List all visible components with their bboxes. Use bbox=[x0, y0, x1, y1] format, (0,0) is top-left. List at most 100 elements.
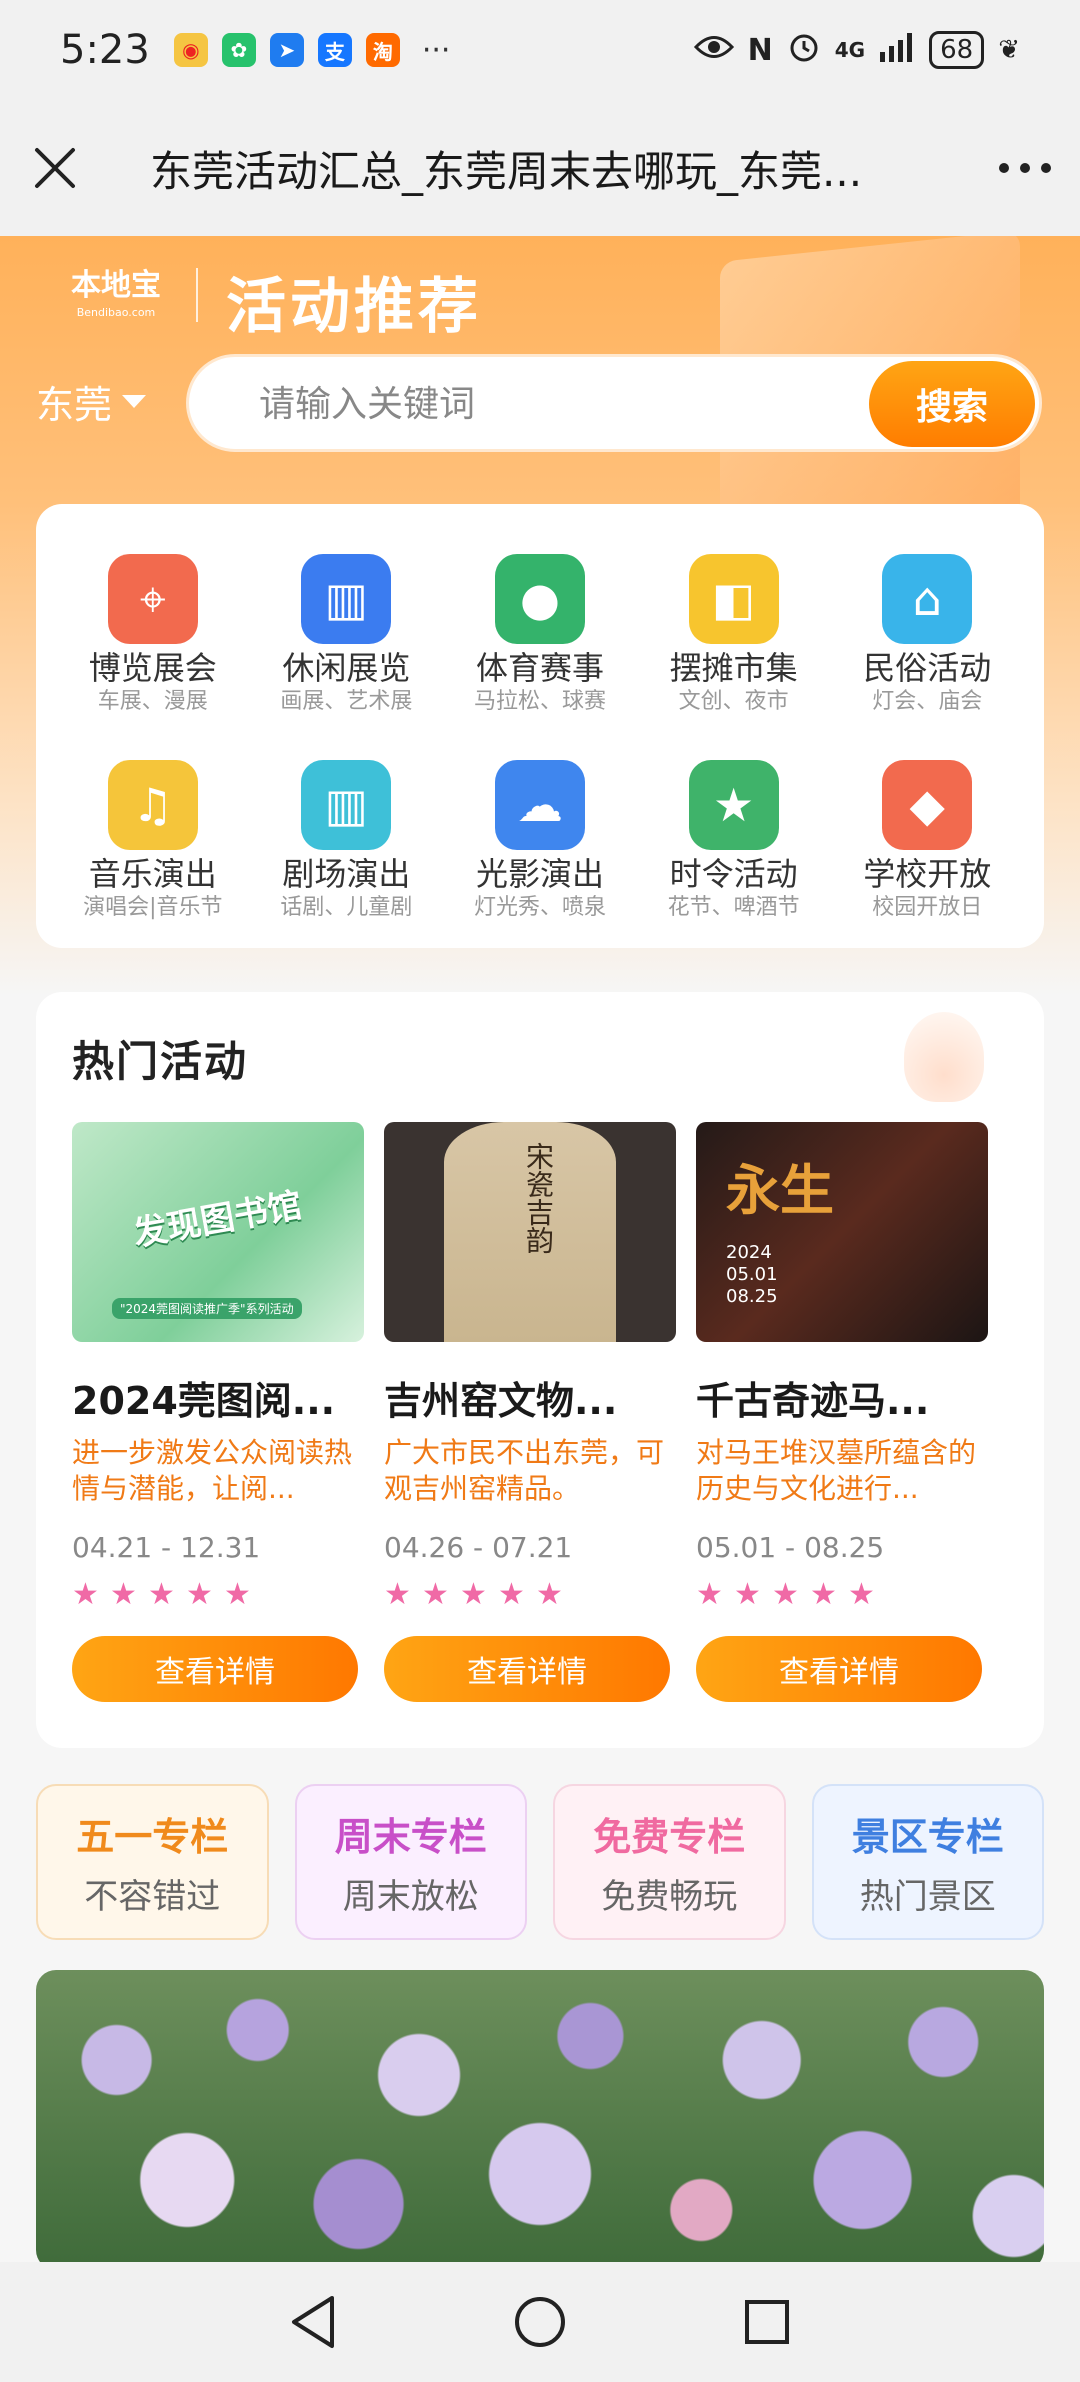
activity-description: 广大市民不出东莞，可观吉州窑精品。 bbox=[384, 1436, 665, 1505]
signal-icon bbox=[879, 32, 915, 69]
star-icon: ★ bbox=[384, 1577, 411, 1612]
alipay-icon: 支 bbox=[317, 33, 352, 67]
logo-text: 本地宝 bbox=[71, 268, 161, 303]
activity-description: 对马王堆汉墓所蕴含的历史与文化进行... bbox=[696, 1436, 977, 1505]
thumbnail-text: 发现图书馆 bbox=[130, 1185, 305, 1255]
notification-icons: ◉ ✿ ➤ 支 淘 ··· bbox=[173, 32, 451, 68]
nfc-icon: N bbox=[747, 32, 773, 68]
thumbnail-text: 永生 bbox=[726, 1159, 834, 1222]
topic-column[interactable]: 景区专栏 热门景区 bbox=[811, 1784, 1044, 1940]
category-item[interactable]: ● 体育赛事 马拉松、球赛 bbox=[443, 554, 637, 742]
back-button[interactable] bbox=[273, 2282, 353, 2362]
page-title: 东莞活动汇总_东莞周末去哪玩_东莞... bbox=[150, 146, 863, 196]
map-icon: ⌖ bbox=[107, 554, 198, 644]
home-button[interactable] bbox=[500, 2282, 580, 2362]
recents-icon bbox=[744, 2300, 789, 2344]
category-subtitle: 车展、漫展 bbox=[97, 689, 208, 714]
activity-title[interactable]: 千古奇迹马... bbox=[696, 1370, 988, 1425]
category-item[interactable]: ▥ 休闲展览 画展、艺术展 bbox=[250, 554, 444, 742]
star-icon: ★ bbox=[848, 1577, 875, 1612]
category-grid: ⌖ 博览展会 车展、漫展 ▥ 休闲展览 画展、艺术展 ● 体育赛事 马拉松、球赛 ◧ 摆摊市集 文创、… bbox=[36, 504, 1044, 948]
activity-thumbnail[interactable]: 发现图书馆 "2024莞图阅读推广季"系列活动 bbox=[72, 1122, 364, 1342]
more-icon bbox=[999, 163, 1051, 173]
search-input[interactable] bbox=[259, 379, 819, 429]
category-name: 光影演出 bbox=[475, 855, 604, 893]
category-item[interactable]: ♫ 音乐演出 演唱会|音乐节 bbox=[56, 760, 250, 948]
more-notifications-icon: ··· bbox=[421, 32, 451, 68]
activity-card[interactable]: 永生 2024 05.01 08.25 千古奇迹马... 对马王堆汉墓所蕴含的历… bbox=[696, 1122, 988, 1702]
topic-column[interactable]: 免费专栏 免费畅玩 bbox=[553, 1784, 786, 1940]
flame-icon bbox=[904, 1012, 984, 1102]
leaf-icon: ❦ bbox=[998, 35, 1020, 65]
category-item[interactable]: ⌂ 民俗活动 灯会、庙会 bbox=[830, 554, 1024, 742]
view-details-button[interactable]: 查看详情 bbox=[72, 1636, 358, 1702]
activity-title[interactable]: 吉州窑文物... bbox=[384, 1370, 676, 1425]
thumbnail-dates: 2024 05.01 08.25 bbox=[726, 1242, 778, 1307]
topic-column[interactable]: 五一专栏 不容错过 bbox=[36, 1784, 269, 1940]
view-details-button[interactable]: 查看详情 bbox=[696, 1636, 982, 1702]
more-menu-button[interactable] bbox=[970, 100, 1080, 236]
star-icon: ★ bbox=[148, 1577, 175, 1612]
activity-description: 进一步激发公众阅读热情与潜能，让阅... bbox=[72, 1436, 353, 1505]
activity-card[interactable]: 发现图书馆 "2024莞图阅读推广季"系列活动 2024莞图阅... 进一步激发… bbox=[72, 1122, 364, 1702]
category-item[interactable]: ▥ 剧场演出 话剧、儿童剧 bbox=[250, 760, 444, 948]
bendibao-logo[interactable]: 本地宝 Bendibao.com bbox=[56, 266, 176, 326]
star-icon: ★ bbox=[810, 1577, 837, 1612]
activity-card[interactable]: 宋瓷吉韵 吉州窑文物... 广大市民不出东莞，可观吉州窑精品。 04.26 - … bbox=[384, 1122, 676, 1702]
browser-title-bar: 东莞活动汇总_东莞周末去哪玩_东莞... bbox=[0, 100, 1080, 236]
system-status: N 4G 68 ❦ bbox=[693, 30, 1020, 71]
category-subtitle: 灯会、庙会 bbox=[872, 689, 983, 714]
star-icon: ★ bbox=[696, 1577, 723, 1612]
star-icon: ★ bbox=[734, 1577, 761, 1612]
activity-title[interactable]: 2024莞图阅... bbox=[72, 1370, 364, 1425]
category-item[interactable]: ◆ 学校开放 校园开放日 bbox=[830, 760, 1024, 948]
theater-icon: ▥ bbox=[301, 760, 392, 850]
topic-column[interactable]: 周末专栏 周末放松 bbox=[294, 1784, 527, 1940]
star-icon: ★ bbox=[536, 1577, 563, 1612]
rating-stars: ★ ★ ★ ★ ★ bbox=[696, 1580, 988, 1610]
home-icon bbox=[514, 2297, 565, 2347]
activity-thumbnail[interactable]: 宋瓷吉韵 bbox=[384, 1122, 676, 1342]
category-item[interactable]: ◧ 摆摊市集 文创、夜市 bbox=[637, 554, 831, 742]
column-title: 免费专栏 bbox=[593, 1815, 746, 1859]
category-name: 摆摊市集 bbox=[669, 649, 798, 687]
category-name: 时令活动 bbox=[669, 855, 798, 893]
star-icon: ★ bbox=[460, 1577, 487, 1612]
category-item[interactable]: ⌖ 博览展会 车展、漫展 bbox=[56, 554, 250, 742]
shopping-bag-icon: ◧ bbox=[688, 554, 779, 644]
network-type: 4G bbox=[834, 38, 866, 62]
close-button[interactable] bbox=[0, 100, 110, 236]
alarm-icon bbox=[787, 30, 821, 71]
category-item[interactable]: ☁ 光影演出 灯光秀、喷泉 bbox=[443, 760, 637, 948]
category-item[interactable]: ★ 时令活动 花节、啤酒节 bbox=[637, 760, 831, 948]
web-content: 本地宝 Bendibao.com 活动推荐 东莞 搜索 ⌖ 博览展会车展、漫展 ▥ 休… bbox=[0, 236, 1080, 2262]
star-icon: ★ bbox=[224, 1577, 251, 1612]
hydrangea-banner-image[interactable] bbox=[36, 1970, 1044, 2262]
battery-level: 68 bbox=[929, 31, 985, 69]
category-subtitle: 花节、啤酒节 bbox=[667, 895, 800, 920]
system-nav-bar bbox=[0, 2262, 1080, 2382]
column-title: 周末专栏 bbox=[334, 1815, 487, 1859]
music-note-icon: ♫ bbox=[107, 760, 198, 850]
close-icon bbox=[35, 148, 75, 188]
star-icon: ★ bbox=[422, 1577, 449, 1612]
status-bar: 5:23 ◉ ✿ ➤ 支 淘 ··· N 4G 68 ❦ bbox=[0, 0, 1080, 100]
activity-thumbnail[interactable]: 永生 2024 05.01 08.25 bbox=[696, 1122, 988, 1342]
star-icon: ★ bbox=[72, 1577, 99, 1612]
taobao-icon: 淘 bbox=[365, 33, 400, 67]
view-details-button[interactable]: 查看详情 bbox=[384, 1636, 670, 1702]
column-subtitle: 周末放松 bbox=[342, 1877, 479, 1917]
star-icon: ★ bbox=[186, 1577, 213, 1612]
building-icon: ▥ bbox=[301, 554, 392, 644]
thumbnail-caption: "2024莞图阅读推广季"系列活动 bbox=[112, 1298, 302, 1319]
recents-button[interactable] bbox=[727, 2282, 807, 2362]
category-name: 休闲展览 bbox=[282, 649, 411, 687]
search-button[interactable]: 搜索 bbox=[869, 361, 1035, 447]
search-bar: 搜索 bbox=[186, 354, 1042, 452]
fountain-icon: ☁ bbox=[494, 760, 585, 850]
navigation-app-icon: ➤ bbox=[269, 33, 304, 67]
city-selector[interactable]: 东莞 bbox=[36, 374, 147, 429]
category-name: 剧场演出 bbox=[282, 855, 411, 893]
category-subtitle: 画展、艺术展 bbox=[280, 689, 413, 714]
status-time: 5:23 bbox=[60, 27, 150, 73]
